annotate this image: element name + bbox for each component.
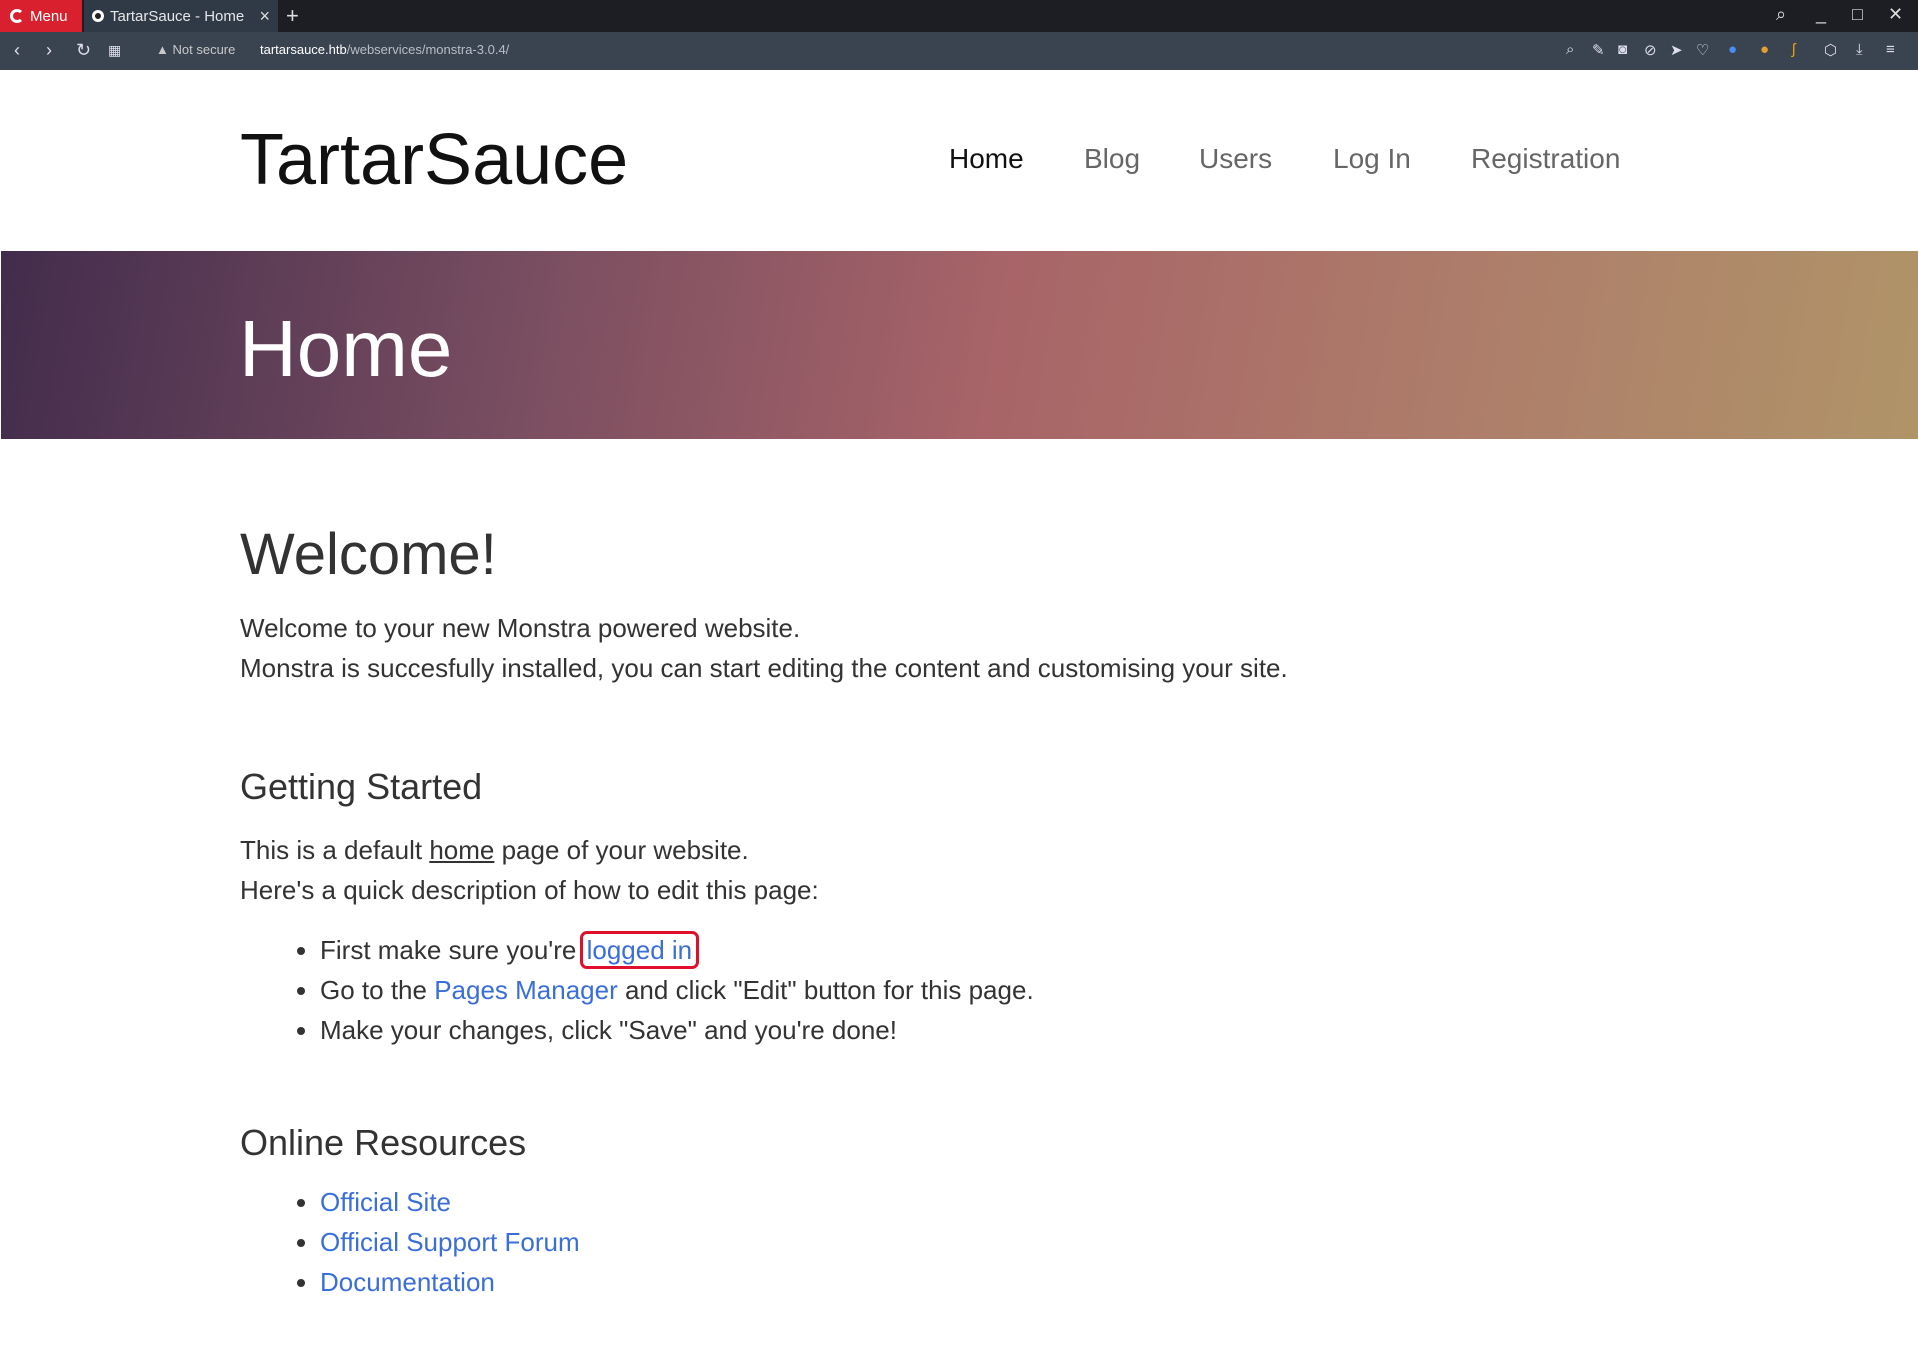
getting-started-line-1: This is a default home page of your webs… — [240, 830, 1680, 870]
reload-icon[interactable]: ↻ — [76, 40, 91, 61]
snapshot-icon[interactable]: ◙ — [1618, 41, 1627, 58]
address-bar: ‹ › ↻ ▦ ▲ Not secure tartarsauce.htb/web… — [0, 32, 1918, 70]
steps-list: First make sure you're logged in Go to t… — [240, 930, 1680, 1050]
documentation-link[interactable]: Documentation — [320, 1267, 495, 1297]
url-host: tartarsauce.htb — [260, 42, 347, 57]
cube-icon[interactable]: ⬡ — [1824, 41, 1837, 59]
adblock-icon[interactable]: ⊘ — [1644, 41, 1657, 59]
send-icon[interactable]: ➤ — [1670, 41, 1683, 59]
menu-lines-icon[interactable]: ≡ — [1886, 41, 1895, 58]
pages-manager-link[interactable]: Pages Manager — [434, 975, 618, 1005]
browser-tab-bar: Menu TartarSauce - Home × + ⌕ _ □ ✕ — [0, 0, 1918, 32]
new-tab-button[interactable]: + — [286, 3, 299, 29]
nav-login[interactable]: Log In — [1333, 143, 1411, 175]
official-site-link[interactable]: Official Site — [320, 1187, 451, 1217]
site-brand[interactable]: TartarSauce — [240, 119, 628, 201]
list-item: Make your changes, click "Save" and you'… — [320, 1010, 1680, 1050]
list-item: Documentation — [320, 1262, 1680, 1302]
nav-blog[interactable]: Blog — [1084, 143, 1140, 175]
gs-line1-post: page of your website. — [494, 835, 749, 865]
security-label: Not secure — [172, 42, 236, 57]
step1-text: First make sure you're — [320, 935, 584, 965]
back-icon[interactable]: ‹ — [14, 40, 20, 61]
step2-post: and click "Edit" button for this page. — [617, 975, 1034, 1005]
list-item: First make sure you're logged in — [320, 930, 1680, 970]
home-underlined-text: home — [429, 835, 495, 865]
tab-close-icon[interactable]: × — [259, 6, 270, 27]
gs-line1-pre: This is a default — [240, 835, 430, 865]
tab-title: TartarSauce - Home — [110, 7, 245, 25]
warning-icon: ▲ — [156, 42, 169, 57]
step2-pre: Go to the — [320, 975, 435, 1005]
welcome-heading: Welcome! — [240, 522, 497, 587]
list-item: Go to the Pages Manager and click "Edit"… — [320, 970, 1680, 1010]
browser-tab[interactable]: TartarSauce - Home × — [84, 0, 278, 32]
list-item: Official Support Forum — [320, 1222, 1680, 1262]
nav-registration[interactable]: Registration — [1471, 143, 1620, 175]
list-item: Official Site — [320, 1182, 1680, 1222]
hero-title: Home — [239, 304, 453, 393]
nav-home[interactable]: Home — [949, 143, 1024, 175]
nav-users[interactable]: Users — [1199, 143, 1272, 175]
edit-icon[interactable]: ✎ — [1592, 41, 1605, 59]
download-icon[interactable]: ⤓ — [1856, 41, 1863, 58]
resources-list: Official Site Official Support Forum Doc… — [240, 1182, 1680, 1302]
cookie-icon[interactable]: ● — [1760, 41, 1769, 58]
tabs-grid-icon[interactable]: ▦ — [108, 42, 121, 59]
extension-orange-icon[interactable]: ʃ — [1792, 41, 1795, 58]
logged-in-link[interactable]: logged in — [579, 931, 700, 969]
getting-started-line-2: Here's a quick description of how to edi… — [240, 875, 819, 905]
url-path: /webservices/monstra-3.0.4/ — [346, 42, 510, 57]
security-indicator[interactable]: ▲ Not secure — [156, 42, 235, 57]
extension-blue-icon[interactable]: ● — [1728, 41, 1737, 58]
zoom-icon[interactable]: ⌕ — [1566, 41, 1574, 58]
maximize-icon[interactable]: □ — [1852, 4, 1863, 25]
support-forum-link[interactable]: Official Support Forum — [320, 1227, 580, 1257]
favicon-icon — [92, 10, 104, 22]
main-content: Welcome! Welcome to your new Monstra pow… — [240, 521, 1680, 1302]
url-field[interactable]: tartarsauce.htb/webservices/monstra-3.0.… — [260, 42, 509, 57]
minimize-icon[interactable]: _ — [1816, 4, 1826, 25]
heart-icon[interactable]: ♡ — [1696, 41, 1709, 59]
hero-banner: Home — [1, 251, 1918, 439]
opera-logo-icon — [10, 9, 24, 23]
welcome-line-1: Welcome to your new Monstra powered webs… — [240, 613, 801, 643]
close-window-icon[interactable]: ✕ — [1888, 4, 1903, 25]
online-resources-heading: Online Resources — [240, 1122, 527, 1163]
menu-label: Menu — [30, 7, 68, 25]
search-tabs-icon[interactable]: ⌕ — [1776, 4, 1786, 25]
web-page: TartarSauce Home Blog Users Log In Regis… — [1, 71, 1918, 1364]
welcome-line-2: Monstra is succesfully installed, you ca… — [240, 653, 1288, 683]
forward-icon[interactable]: › — [46, 40, 52, 61]
browser-menu-button[interactable]: Menu — [0, 0, 82, 32]
getting-started-heading: Getting Started — [240, 766, 483, 807]
